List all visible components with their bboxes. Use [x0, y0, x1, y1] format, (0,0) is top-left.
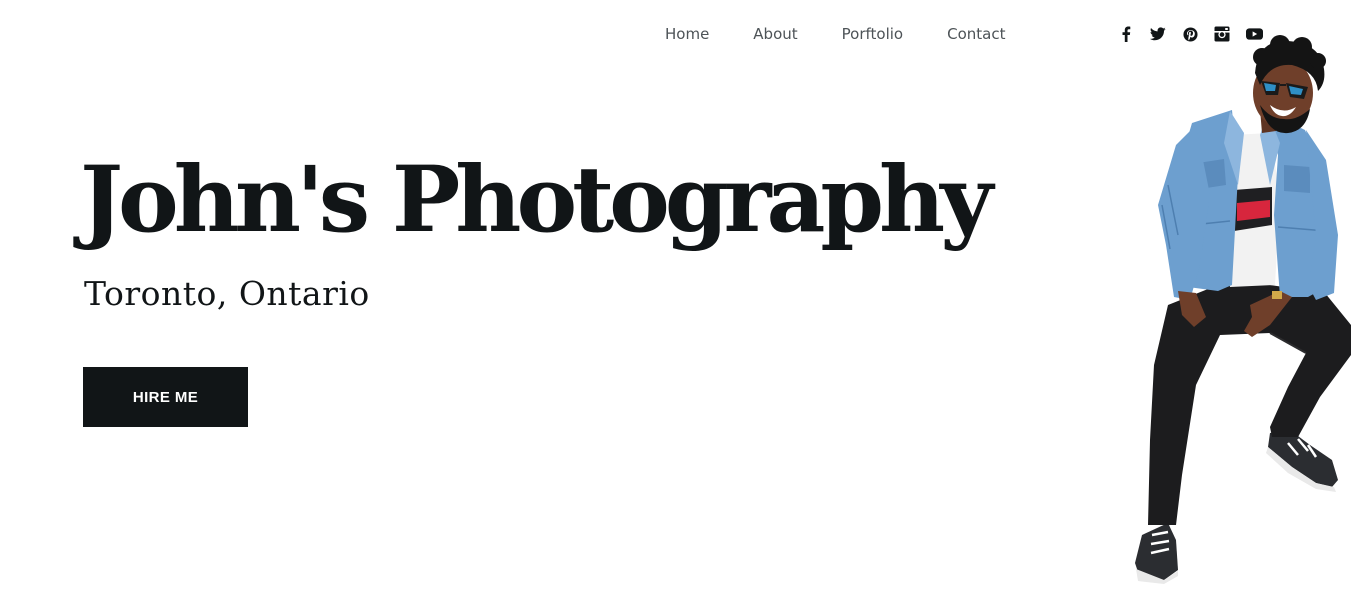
hero-title: John's Photography: [80, 147, 993, 253]
nav-link-home[interactable]: Home: [643, 22, 731, 46]
photographer-photo: [1135, 35, 1351, 584]
nav-link-contact[interactable]: Contact: [925, 22, 1027, 46]
hire-me-button[interactable]: HIRE ME: [83, 367, 248, 427]
nav-links: Home About Porftolio Contact: [643, 22, 1027, 46]
nav-link-about[interactable]: About: [731, 22, 819, 46]
nav-link-portfolio[interactable]: Porftolio: [820, 22, 925, 46]
hero-location: Toronto, Ontario: [84, 274, 370, 313]
